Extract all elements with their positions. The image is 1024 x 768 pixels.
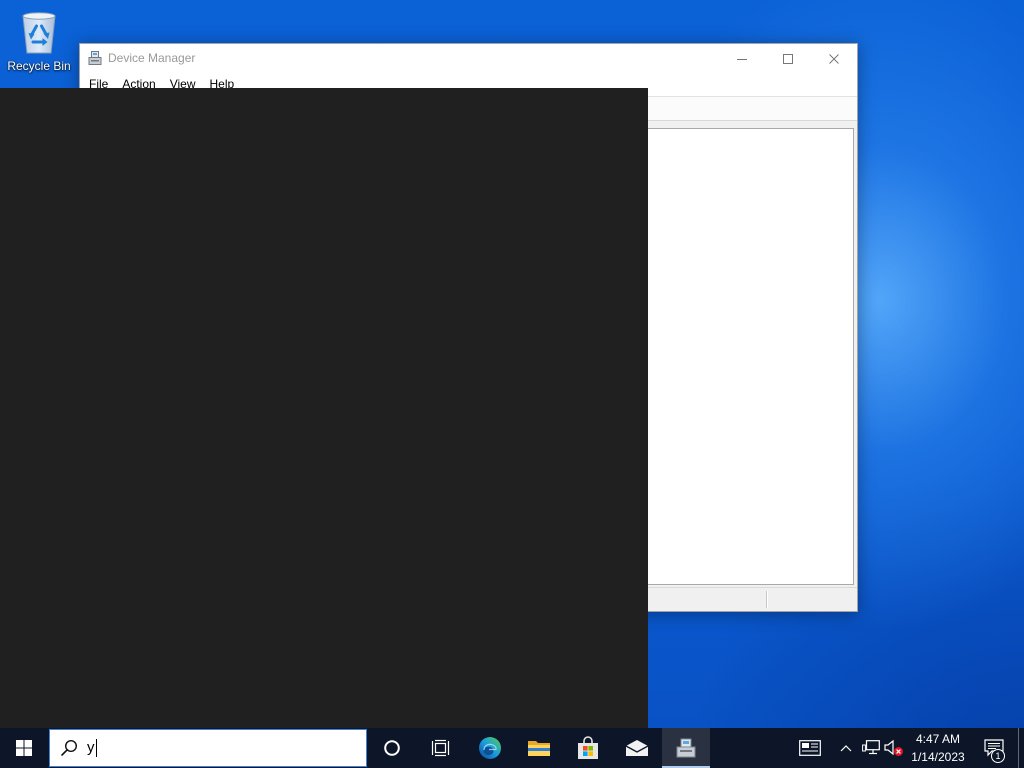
notification-count-badge: 1 (991, 749, 1005, 763)
maximize-button[interactable] (765, 44, 811, 73)
volume-muted-icon (884, 739, 903, 756)
taskbar: y 4:47 AM 1/14/2023 1 (0, 728, 1024, 768)
volume-button[interactable] (883, 728, 905, 768)
close-button[interactable] (811, 44, 857, 73)
clock-date: 1/14/2023 (911, 750, 965, 764)
edge-button[interactable] (466, 728, 514, 768)
news-button[interactable] (798, 728, 822, 768)
file-explorer-button[interactable] (515, 728, 563, 768)
edge-icon (479, 737, 501, 759)
taskbar-search-box[interactable]: y (49, 729, 367, 767)
network-button[interactable] (860, 728, 882, 768)
mail-button[interactable] (613, 728, 661, 768)
file-explorer-icon (528, 741, 550, 756)
title-bar[interactable]: Device Manager (80, 44, 857, 73)
device-manager-taskbar-button[interactable] (662, 728, 710, 768)
close-icon (829, 53, 839, 64)
search-results-panel (0, 88, 648, 728)
cortana-button[interactable] (368, 728, 416, 768)
action-center-button[interactable]: 1 (973, 728, 1015, 768)
recycle-bin-label: Recycle Bin (7, 59, 71, 73)
clock[interactable]: 4:47 AM 1/14/2023 (904, 728, 972, 768)
window-title: Device Manager (108, 51, 196, 65)
text-caret (95, 739, 97, 757)
chevron-up-icon (840, 745, 852, 752)
show-desktop-button[interactable] (1018, 728, 1024, 768)
task-view-icon (431, 739, 450, 757)
maximize-icon (783, 53, 793, 64)
task-view-button[interactable] (416, 728, 464, 768)
network-icon (862, 740, 880, 755)
device-manager-icon (88, 51, 102, 65)
start-button[interactable] (0, 728, 48, 768)
windows-logo-icon (16, 740, 32, 756)
minimize-icon (737, 58, 747, 60)
clock-time: 4:47 AM (915, 732, 961, 746)
status-divider (766, 591, 768, 608)
minimize-button[interactable] (719, 44, 765, 73)
cortana-icon (384, 740, 400, 756)
search-input[interactable]: y (87, 738, 95, 758)
search-icon (61, 739, 78, 756)
device-manager-icon (676, 738, 696, 758)
recycle-bin-icon (22, 12, 56, 54)
recycle-bin-shortcut[interactable]: Recycle Bin (4, 6, 74, 73)
store-button[interactable] (564, 728, 612, 768)
show-hidden-icons-button[interactable] (836, 728, 856, 768)
news-icon (799, 740, 821, 756)
store-icon (578, 736, 598, 759)
mail-icon (625, 740, 649, 756)
